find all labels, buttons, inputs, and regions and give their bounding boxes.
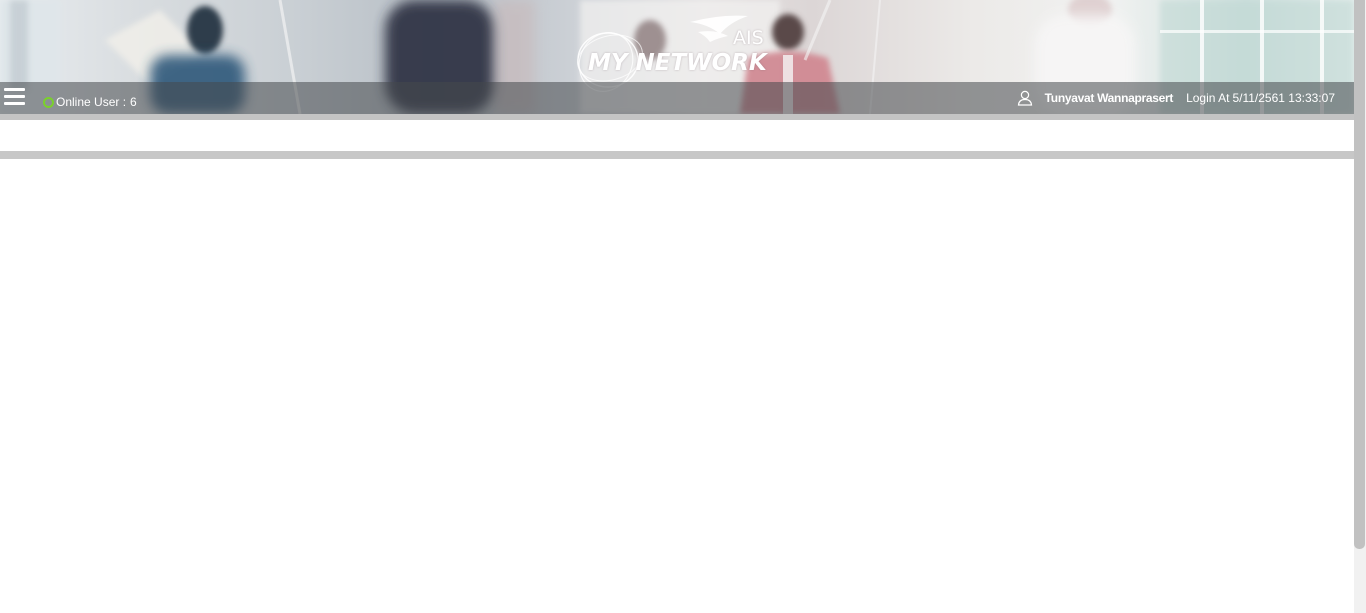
online-users-indicator: Online User : 6 xyxy=(43,95,137,109)
user-icon[interactable] xyxy=(1017,90,1033,106)
toolbar-strip xyxy=(0,120,1354,151)
logo-brand-main: MY NETWORK xyxy=(588,50,767,76)
menu-bar-line xyxy=(4,95,25,98)
menu-bar-line xyxy=(4,88,25,91)
status-bar: Online User : 6 Tunyavat Wannaprasert Lo… xyxy=(0,82,1354,114)
vertical-scrollbar[interactable] xyxy=(1354,0,1366,613)
online-user-count: 6 xyxy=(130,95,137,109)
content-divider xyxy=(0,151,1354,159)
header-banner: AIS MY NETWORK Online User : 6 Tunyavat … xyxy=(0,0,1354,114)
user-name[interactable]: Tunyavat Wannaprasert xyxy=(1045,91,1174,105)
online-status-icon xyxy=(43,96,54,108)
login-time: 5/11/2561 13:33:07 xyxy=(1232,91,1335,105)
online-user-label: Online User : xyxy=(56,95,127,109)
logo-brand-small: AIS xyxy=(733,27,764,49)
content-area: AIS MY NETWORK Online User : 6 Tunyavat … xyxy=(0,0,1354,613)
user-info: Tunyavat Wannaprasert Login At 5/11/2561… xyxy=(1017,89,1335,107)
page: AIS MY NETWORK Online User : 6 Tunyavat … xyxy=(0,0,1366,613)
hamburger-menu-icon[interactable] xyxy=(4,88,26,108)
menu-bar-line xyxy=(4,102,25,105)
scrollbar-thumb[interactable] xyxy=(1354,0,1365,549)
login-label: Login At xyxy=(1186,91,1230,105)
